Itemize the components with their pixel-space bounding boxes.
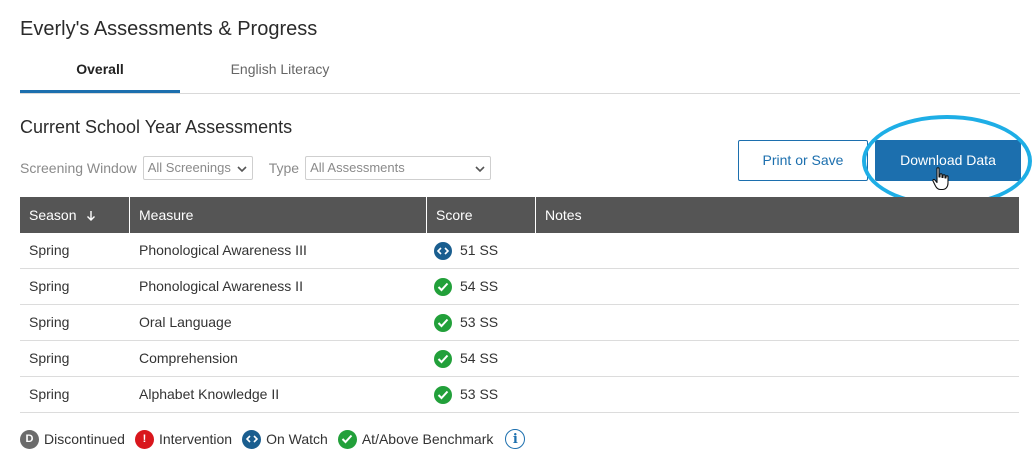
cell-notes	[536, 341, 1019, 376]
cell-measure: Phonological Awareness II	[139, 278, 303, 294]
header-notes: Notes	[545, 207, 582, 223]
screening-window-value: All Screenings	[147, 160, 231, 175]
assessments-table: Season Measure Score Notes Spring Phonol…	[20, 197, 1019, 413]
status-legend: D Discontinued ! Intervention On Watch A…	[20, 429, 526, 449]
type-label: Type	[268, 160, 300, 176]
score-value: 53 SS	[460, 314, 499, 330]
cell-season: Spring	[29, 242, 70, 258]
cell-notes	[536, 305, 1019, 340]
print-or-save-button[interactable]: Print or Save	[738, 140, 868, 181]
tab-overall[interactable]: Overall	[20, 56, 180, 93]
header-season[interactable]: Season	[20, 197, 130, 233]
table-row: Spring Comprehension 54 SS	[20, 341, 1019, 377]
legend-intervention: ! Intervention	[134, 429, 232, 449]
cell-notes	[536, 233, 1019, 268]
intervention-icon: !	[134, 429, 154, 449]
header-measure: Measure	[130, 197, 427, 233]
page-title: Everly's Assessments & Progress	[20, 18, 318, 40]
info-icon[interactable]: i	[505, 429, 526, 449]
table-row: Spring Alphabet Knowledge II 53 SS	[20, 377, 1019, 413]
cell-notes	[536, 377, 1019, 412]
score-value: 53 SS	[460, 386, 499, 402]
table-row: Spring Phonological Awareness III 51 SS	[20, 233, 1019, 269]
screening-window-select[interactable]: All Screenings	[142, 156, 253, 180]
checkmark-icon	[434, 385, 452, 404]
filter-bar: Screening Window All Screenings Type All…	[20, 156, 492, 180]
type-select[interactable]: All Assessments	[305, 156, 492, 180]
section-title: Current School Year Assessments	[20, 117, 293, 137]
cell-score: 53 SS	[427, 305, 536, 340]
checkmark-icon	[337, 429, 357, 449]
cell-measure: Comprehension	[139, 350, 238, 366]
download-data-button[interactable]: Download Data	[875, 140, 1021, 181]
discontinued-icon: D	[20, 429, 39, 449]
chevron-down-icon	[475, 158, 485, 189]
header-score: Score	[427, 197, 536, 233]
on-watch-icon	[242, 429, 262, 449]
table-row: Spring Oral Language 53 SS	[20, 305, 1019, 341]
cell-score: 54 SS	[427, 341, 536, 376]
score-value: 51 SS	[460, 242, 499, 258]
cell-measure: Alphabet Knowledge II	[139, 386, 280, 402]
on-watch-icon	[434, 241, 452, 260]
cell-score: 51 SS	[427, 233, 536, 268]
table-row: Spring Phonological Awareness II 54 SS	[20, 269, 1019, 305]
screening-window-label: Screening Window	[20, 160, 137, 176]
checkmark-icon	[434, 349, 452, 368]
type-value: All Assessments	[310, 160, 405, 175]
tab-english-literacy[interactable]: English Literacy	[180, 56, 380, 94]
score-value: 54 SS	[460, 350, 499, 366]
arrow-down-icon	[82, 210, 96, 225]
chevron-down-icon	[237, 158, 247, 189]
table-header: Season Measure Score Notes	[20, 197, 1019, 233]
cell-season: Spring	[29, 386, 70, 402]
legend-on-watch: On Watch	[242, 429, 328, 449]
cell-notes	[536, 269, 1019, 304]
cell-season: Spring	[29, 278, 70, 294]
cell-score: 53 SS	[427, 377, 536, 412]
legend-benchmark: At/Above Benchmark	[337, 429, 493, 449]
tab-bar: Overall English Literacy	[20, 56, 1020, 94]
checkmark-icon	[434, 277, 452, 296]
cell-season: Spring	[29, 314, 70, 330]
cell-measure: Phonological Awareness III	[139, 242, 307, 258]
cell-measure: Oral Language	[139, 314, 232, 330]
cell-score: 54 SS	[427, 269, 536, 304]
checkmark-icon	[434, 313, 452, 332]
cell-season: Spring	[29, 350, 70, 366]
score-value: 54 SS	[460, 278, 499, 294]
legend-discontinued: D Discontinued	[20, 429, 125, 449]
